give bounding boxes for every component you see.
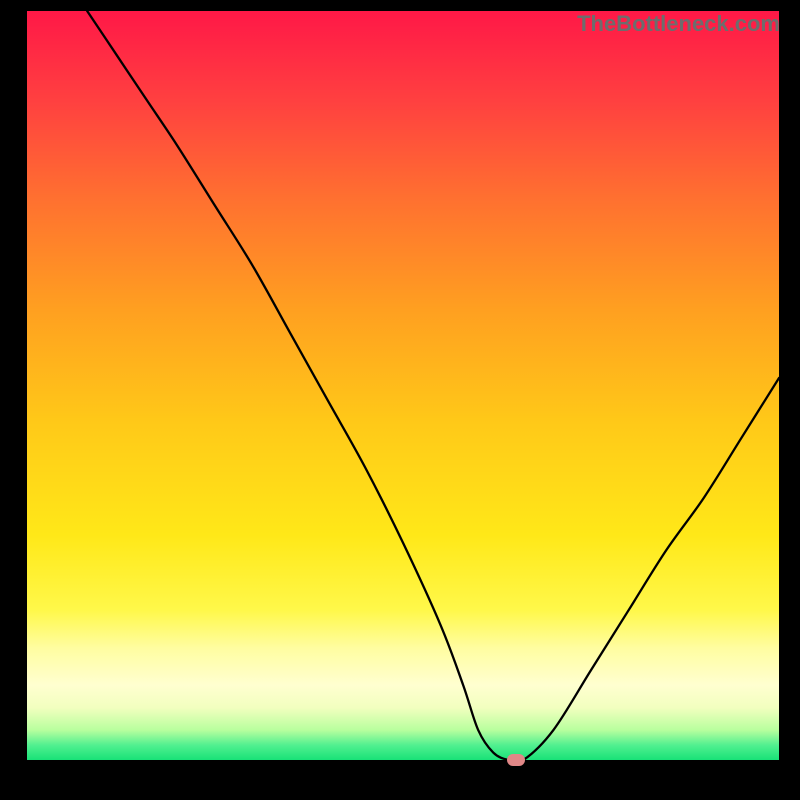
minimum-marker: [507, 754, 525, 766]
plot-area: [27, 11, 779, 760]
watermark-text: TheBottleneck.com: [577, 11, 780, 37]
chart-frame: TheBottleneck.com: [0, 0, 800, 800]
bottleneck-curve: [27, 11, 779, 760]
